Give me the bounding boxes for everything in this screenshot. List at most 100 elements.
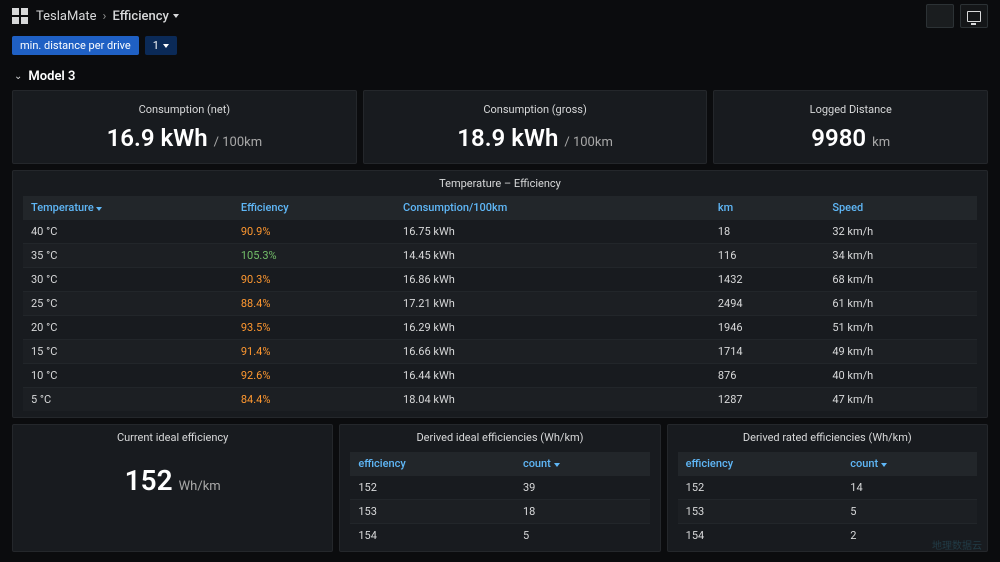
cell-consumption: 16.29 kWh (395, 316, 710, 340)
cell-consumption: 16.75 kWh (395, 220, 710, 244)
kiosk-mode-button[interactable] (960, 4, 988, 28)
row-title: Model 3 (28, 69, 75, 84)
derived-rated-table: efficiency count 1521415351542 (678, 452, 977, 547)
col-km[interactable]: km (710, 196, 824, 220)
cell-consumption: 14.45 kWh (395, 244, 710, 268)
cell-km: 1946 (710, 316, 824, 340)
panel-title: Temperature – Efficiency (23, 177, 977, 190)
cell-temperature: 30 °C (23, 268, 233, 292)
table-row[interactable]: 1535 (678, 500, 977, 524)
panel-derived-ideal: Derived ideal efficiencies (Wh/km) effic… (339, 424, 660, 552)
cell-efficiency: 88.4% (233, 292, 395, 316)
panel-title: Logged Distance (810, 103, 892, 116)
stat-unit: Wh/km (179, 479, 221, 494)
cell-temperature: 35 °C (23, 244, 233, 268)
cell-speed: 49 km/h (824, 340, 977, 364)
breadcrumb-separator: › (103, 9, 107, 24)
col-efficiency[interactable]: Efficiency (233, 196, 395, 220)
chevron-down-icon (163, 44, 169, 48)
cell-count: 14 (842, 476, 977, 500)
dashboards-icon[interactable] (12, 8, 28, 24)
cell-efficiency: 153 (678, 500, 843, 524)
cell-consumption: 16.66 kWh (395, 340, 710, 364)
table-row[interactable]: 10 °C92.6%16.44 kWh87640 km/h (23, 364, 977, 388)
col-count[interactable]: count (515, 452, 650, 476)
cell-efficiency: 93.5% (233, 316, 395, 340)
table-row[interactable]: 30 °C90.3%16.86 kWh143268 km/h (23, 268, 977, 292)
col-count[interactable]: count (842, 452, 977, 476)
table-row[interactable]: 1545 (350, 524, 649, 548)
panel-title: Derived ideal efficiencies (Wh/km) (350, 431, 649, 444)
cell-count: 5 (515, 524, 650, 548)
cell-temperature: 40 °C (23, 220, 233, 244)
table-row[interactable]: 35 °C105.3%14.45 kWh11634 km/h (23, 244, 977, 268)
panel-current-ideal-efficiency[interactable]: Current ideal efficiency 152 Wh/km (12, 424, 333, 552)
variable-value-min-distance[interactable]: 1 (145, 36, 177, 55)
cell-consumption: 17.21 kWh (395, 292, 710, 316)
panel-title: Consumption (gross) (483, 103, 586, 116)
cell-km: 18 (710, 220, 824, 244)
cell-km: 1432 (710, 268, 824, 292)
cell-speed: 40 km/h (824, 364, 977, 388)
table-row[interactable]: 15 °C91.4%16.66 kWh171449 km/h (23, 340, 977, 364)
toolbar-button-blank[interactable] (926, 4, 954, 28)
panel-temperature-efficiency: Temperature – Efficiency Temperature Eff… (12, 170, 988, 418)
table-row[interactable]: 5 °C84.4%18.04 kWh128747 km/h (23, 388, 977, 412)
cell-consumption: 16.44 kWh (395, 364, 710, 388)
panel-title: Consumption (net) (139, 103, 231, 116)
breadcrumb-page[interactable]: Efficiency (112, 9, 178, 24)
breadcrumb-app[interactable]: TeslaMate (36, 9, 97, 24)
variable-label-min-distance[interactable]: min. distance per drive (12, 36, 139, 55)
table-row[interactable]: 25 °C88.4%17.21 kWh249461 km/h (23, 292, 977, 316)
stat-unit: / 100km (564, 135, 613, 150)
cell-efficiency: 152 (350, 476, 515, 500)
cell-efficiency: 152 (678, 476, 843, 500)
panel-derived-rated: Derived rated efficiencies (Wh/km) effic… (667, 424, 988, 552)
cell-speed: 34 km/h (824, 244, 977, 268)
table-row[interactable]: 20 °C93.5%16.29 kWh194651 km/h (23, 316, 977, 340)
cell-km: 116 (710, 244, 824, 268)
col-consumption[interactable]: Consumption/100km (395, 196, 710, 220)
table-row[interactable]: 40 °C90.9%16.75 kWh1832 km/h (23, 220, 977, 244)
panel-consumption-net[interactable]: Consumption (net) 16.9 kWh / 100km (12, 90, 357, 164)
col-temperature[interactable]: Temperature (23, 196, 233, 220)
stat-unit: km (872, 135, 890, 150)
cell-km: 2494 (710, 292, 824, 316)
stat-value: 9980 (811, 124, 866, 152)
cell-efficiency: 105.3% (233, 244, 395, 268)
cell-km: 876 (710, 364, 824, 388)
col-efficiency[interactable]: efficiency (678, 452, 843, 476)
cell-efficiency: 154 (678, 524, 843, 548)
sort-desc-icon (881, 463, 887, 467)
cell-count: 39 (515, 476, 650, 500)
table-row[interactable]: 1542 (678, 524, 977, 548)
cell-efficiency: 90.3% (233, 268, 395, 292)
cell-count: 5 (842, 500, 977, 524)
cell-count: 2 (842, 524, 977, 548)
table-row[interactable]: 15239 (350, 476, 649, 500)
panels-area: Consumption (net) 16.9 kWh / 100km Consu… (0, 90, 1000, 552)
col-speed[interactable]: Speed (824, 196, 977, 220)
table-row[interactable]: 15318 (350, 500, 649, 524)
sort-desc-icon (96, 207, 102, 211)
cell-consumption: 18.04 kWh (395, 388, 710, 412)
chevron-down-icon (173, 14, 179, 18)
sort-desc-icon (554, 463, 560, 467)
col-efficiency[interactable]: efficiency (350, 452, 515, 476)
stat-value: 152 (125, 464, 173, 497)
breadcrumb: TeslaMate › Efficiency (12, 8, 179, 24)
page-title: Efficiency (112, 9, 168, 24)
table-row[interactable]: 15214 (678, 476, 977, 500)
panel-logged-distance[interactable]: Logged Distance 9980 km (713, 90, 988, 164)
cell-temperature: 20 °C (23, 316, 233, 340)
cell-temperature: 5 °C (23, 388, 233, 412)
cell-efficiency: 84.4% (233, 388, 395, 412)
top-header: TeslaMate › Efficiency (0, 0, 1000, 32)
panel-consumption-gross[interactable]: Consumption (gross) 18.9 kWh / 100km (363, 90, 708, 164)
cell-speed: 47 km/h (824, 388, 977, 412)
temperature-efficiency-table: Temperature Efficiency Consumption/100km… (23, 196, 977, 411)
row-toggle-model3[interactable]: ⌄ Model 3 (0, 63, 1000, 90)
stat-value: 16.9 kWh (107, 124, 208, 152)
stat-value: 18.9 kWh (457, 124, 558, 152)
panel-title: Current ideal efficiency (23, 431, 322, 444)
